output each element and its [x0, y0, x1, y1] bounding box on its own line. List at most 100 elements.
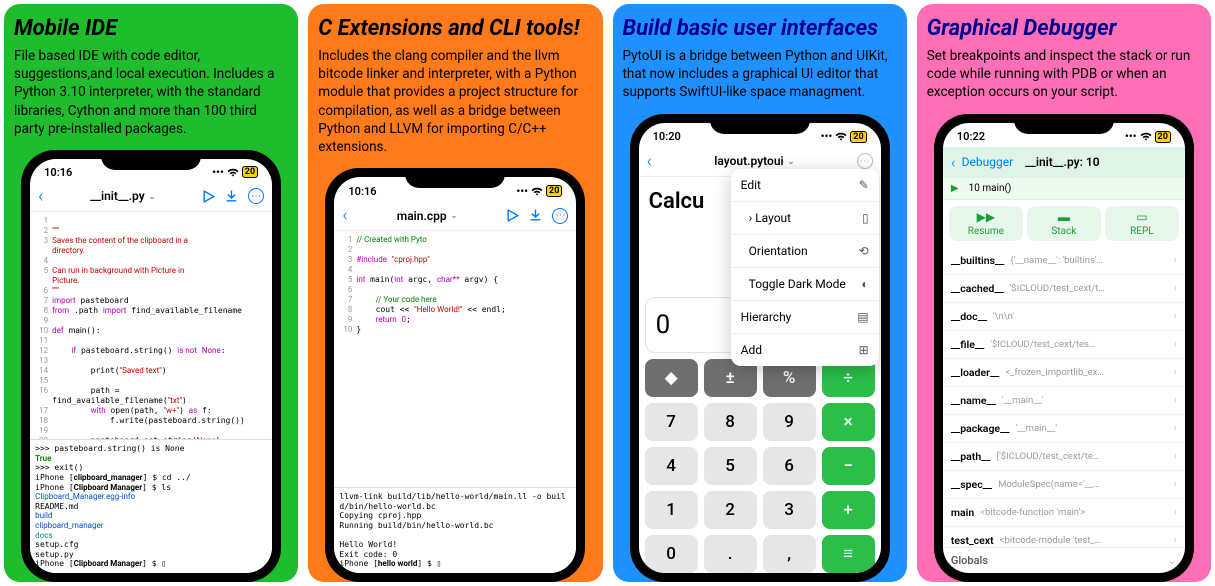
signal-icon: ••• — [821, 130, 833, 143]
file-title-dropdown[interactable]: main.cpp ⌄ — [352, 209, 503, 223]
key-plus[interactable]: + — [822, 491, 875, 529]
key-clear[interactable]: ◆ — [645, 359, 698, 397]
clock: 10:20 — [653, 130, 681, 143]
chevron-right-icon: › — [1174, 283, 1177, 294]
run-button[interactable] — [202, 190, 215, 203]
key-5[interactable]: 5 — [704, 447, 757, 485]
notch — [1014, 114, 1114, 134]
back-button[interactable]: ‹ — [951, 153, 956, 172]
battery-icon: 20 — [850, 131, 866, 143]
back-button[interactable]: ‹ — [38, 186, 43, 207]
more-button[interactable]: ⋯ — [552, 208, 568, 224]
play-arrow-icon: ▶ — [951, 183, 959, 194]
more-button[interactable]: ⋯ — [857, 153, 873, 169]
btn-label: REPL — [1130, 226, 1154, 237]
key-minus[interactable]: − — [822, 447, 875, 485]
menu-label: Edit — [741, 178, 761, 192]
line-text: 10 main() — [969, 183, 1012, 194]
key-3[interactable]: 3 — [763, 491, 816, 529]
phone-portrait-icon: ▯ — [862, 211, 869, 225]
chevron-right-icon: › — [1174, 395, 1177, 406]
download-icon[interactable] — [225, 190, 238, 203]
var-row[interactable]: __loader__<_frozen_importlib_ex…› — [943, 359, 1185, 387]
run-button[interactable] — [506, 209, 519, 222]
key-0[interactable]: 0 — [645, 535, 698, 573]
layers-icon: ▤ — [857, 310, 868, 324]
chevron-down-icon: ⌄ — [451, 211, 458, 220]
more-button[interactable]: ⋯ — [248, 188, 264, 204]
globals-toggle[interactable]: Globals ⌄ — [943, 547, 1185, 573]
menu-layout[interactable]: › Layout ▯ — [731, 202, 879, 235]
key-comma[interactable]: , — [763, 535, 816, 573]
menu-edit[interactable]: Edit ✎ — [731, 169, 879, 202]
chevron-right-icon: › — [1174, 535, 1177, 546]
phone-mock: 10:22 ••• 20 ‹ Debugger __init__.py: 10 … — [934, 114, 1194, 582]
key-2[interactable]: 2 — [704, 491, 757, 529]
wifi-icon — [227, 168, 239, 177]
debug-nav: ‹ Debugger __init__.py: 10 — [943, 147, 1185, 178]
pencil-icon: ✎ — [859, 178, 869, 192]
menu-label: Orientation — [749, 244, 808, 258]
terminal-output[interactable]: llvm-link build/lib/hello-world/main.ll … — [334, 487, 576, 573]
phone-mock: 10:16 ••• 20 ‹ __init__.py ⌄ — [21, 150, 281, 582]
var-row[interactable]: __package__'__main__'› — [943, 415, 1185, 443]
chevron-right-icon: › — [1174, 255, 1177, 266]
key-equals[interactable]: ≡ — [822, 535, 875, 573]
var-row[interactable]: __path__['$ICLOUD/test_cext/te…› — [943, 443, 1185, 471]
key-dot[interactable]: . — [704, 535, 757, 573]
chevron-down-icon: ⌄ — [1168, 554, 1177, 567]
plus-box-icon: ⊞ — [859, 343, 869, 357]
btn-label: Resume — [968, 226, 1004, 237]
variables-list[interactable]: __builtins__{'__name__': 'builtins'…› __… — [943, 247, 1185, 547]
terminal-output[interactable]: >>> pasteboard.string() is None True >>>… — [30, 439, 272, 573]
feature-panel-debugger: Graphical Debugger Set breakpoints and i… — [917, 4, 1211, 582]
code-editor[interactable]: 1// Created with Pyto 2 3#include "cproj… — [334, 231, 576, 339]
menu-orientation[interactable]: Orientation ⟲ — [731, 235, 879, 268]
stack-button[interactable]: ▬ Stack — [1027, 206, 1101, 241]
key-7[interactable]: 7 — [645, 403, 698, 441]
signal-icon: ••• — [1125, 130, 1137, 143]
wifi-icon — [835, 132, 847, 141]
file-title-dropdown[interactable]: layout.pytoui ⌄ — [656, 154, 853, 168]
back-label[interactable]: Debugger — [962, 155, 1014, 169]
code-editor[interactable]: 1 2""" 3Saves the content of the clipboa… — [30, 212, 272, 440]
var-row[interactable]: main<bitcode-function 'main'>› — [943, 499, 1185, 527]
key-6[interactable]: 6 — [763, 447, 816, 485]
repl-button[interactable]: ▭ REPL — [1105, 206, 1179, 241]
menu-toggle-dark[interactable]: Toggle Dark Mode ◐ — [731, 268, 879, 301]
menu-hierarchy[interactable]: Hierarchy ▤ — [731, 301, 879, 334]
file-title: layout.pytoui — [714, 154, 783, 168]
var-row[interactable]: __builtins__{'__name__': 'builtins'…› — [943, 247, 1185, 275]
var-row[interactable]: __doc__'\n\n'› — [943, 303, 1185, 331]
key-8[interactable]: 8 — [704, 403, 757, 441]
current-line: ▶ 10 main() — [943, 178, 1185, 200]
phone-mock: 10:20 ••• 20 ‹ layout.pytoui ⌄ ⋯ — [630, 114, 890, 582]
panel-desc: Set breakpoints and inspect the stack or… — [927, 47, 1201, 102]
back-button[interactable]: ‹ — [342, 205, 347, 226]
back-button[interactable]: ‹ — [647, 151, 652, 172]
key-4[interactable]: 4 — [645, 447, 698, 485]
var-row[interactable]: __cached__'$ICLOUD/test_cext/t…› — [943, 275, 1185, 303]
chevron-down-icon: ⌄ — [788, 157, 795, 166]
download-icon[interactable] — [529, 209, 542, 222]
menu-label: Layout — [755, 211, 791, 225]
stack-icon: ▬ — [1058, 210, 1070, 224]
notch — [101, 150, 201, 170]
var-row[interactable]: __file__'$ICLOUD/test_cext/tes…› — [943, 331, 1185, 359]
key-9[interactable]: 9 — [763, 403, 816, 441]
resume-button[interactable]: ▶▶ Resume — [949, 206, 1023, 241]
file-title-dropdown[interactable]: __init__.py ⌄ — [48, 189, 199, 203]
wifi-icon — [1140, 132, 1152, 141]
var-row[interactable]: test_cext<bitcode-module 'test_…› — [943, 527, 1185, 547]
menu-add[interactable]: Add ⊞ — [731, 334, 879, 366]
phone-screen: 10:16 ••• 20 ‹ __init__.py ⌄ — [30, 159, 272, 573]
key-1[interactable]: 1 — [645, 491, 698, 529]
menu-label: Add — [741, 343, 762, 357]
var-row[interactable]: __name__'__main__'› — [943, 387, 1185, 415]
battery-icon: 20 — [242, 166, 258, 178]
var-row[interactable]: __spec__ModuleSpec(name='__…› — [943, 471, 1185, 499]
resume-icon: ▶▶ — [977, 210, 995, 224]
feature-panel-ui: Build basic user interfaces PytoUI is a … — [613, 4, 907, 582]
menu-label: Hierarchy — [741, 310, 792, 324]
key-multiply[interactable]: × — [822, 403, 875, 441]
